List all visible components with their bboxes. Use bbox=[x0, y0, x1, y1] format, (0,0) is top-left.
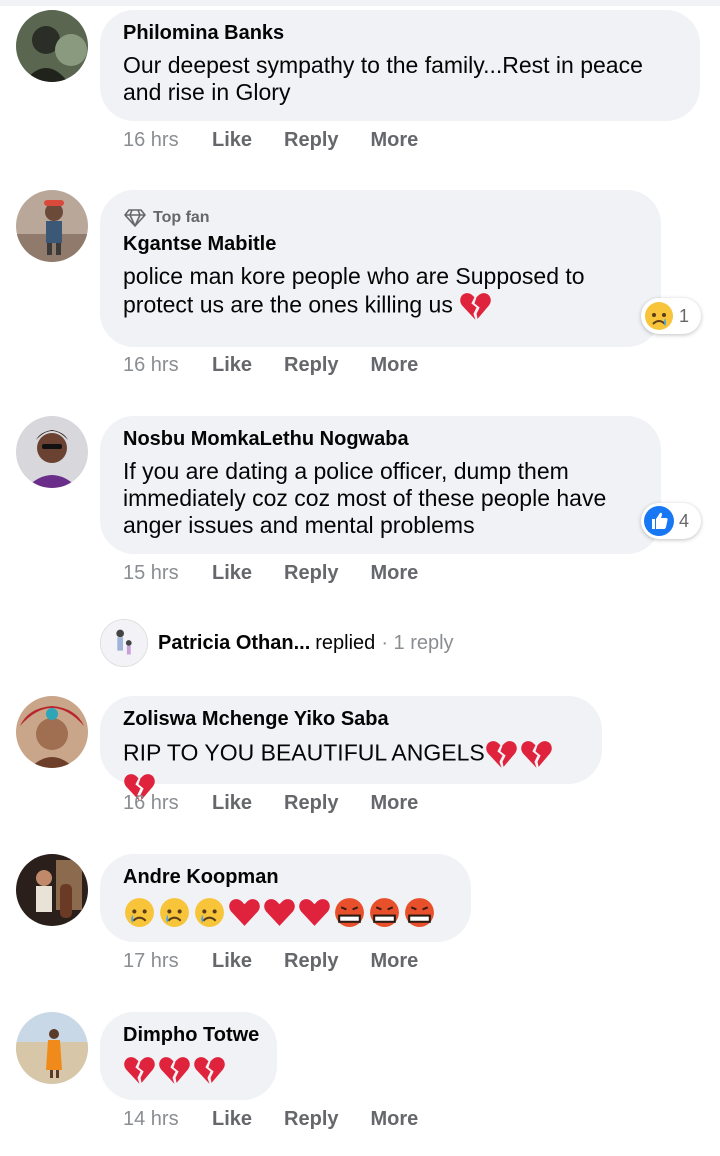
commenter-name[interactable]: Kgantse Mabitle bbox=[123, 233, 637, 255]
like-button[interactable]: Like bbox=[212, 950, 252, 973]
broken-heart-icon bbox=[159, 1057, 190, 1084]
commenter-name[interactable]: Philomina Banks bbox=[123, 22, 676, 44]
top-fan-badge: Top fan bbox=[123, 206, 637, 230]
comment-time[interactable]: 16 hrs bbox=[123, 792, 212, 815]
crying-face-icon bbox=[195, 898, 224, 927]
emoji-row bbox=[123, 1054, 253, 1087]
commenter-name[interactable]: Dimpho Totwe bbox=[123, 1024, 259, 1046]
commenter-name[interactable]: Andre Koopman bbox=[123, 866, 447, 888]
avatar[interactable] bbox=[16, 416, 88, 488]
more-button[interactable]: More bbox=[371, 129, 419, 152]
comment-actions: 16 hrs Like Reply More bbox=[123, 351, 450, 379]
top-fan-label: Top fan bbox=[153, 209, 210, 226]
more-button[interactable]: More bbox=[371, 354, 419, 377]
comment-time[interactable]: 15 hrs bbox=[123, 562, 212, 585]
reaction-count-value: 4 bbox=[679, 510, 690, 531]
avatar[interactable] bbox=[16, 10, 88, 82]
avatar[interactable] bbox=[16, 190, 88, 262]
red-heart-icon bbox=[299, 899, 330, 926]
red-heart-icon bbox=[229, 899, 260, 926]
reply-button[interactable]: Reply bbox=[284, 792, 338, 815]
comment-actions: 17 hrs Like Reply More bbox=[123, 947, 450, 975]
cursing-face-icon bbox=[335, 898, 364, 927]
like-button[interactable]: Like bbox=[212, 354, 252, 377]
comment-bubble: Top fan Kgantse Mabitle police man kore … bbox=[100, 190, 661, 347]
comment-text-content: police man kore people who are Supposed … bbox=[123, 263, 585, 318]
comment-time[interactable]: 14 hrs bbox=[123, 1108, 212, 1131]
reaction-count[interactable]: 1 bbox=[641, 298, 701, 334]
broken-heart-icon bbox=[485, 741, 517, 768]
avatar[interactable] bbox=[16, 1012, 88, 1084]
comment-bubble: Zoliswa Mchenge Yiko Saba RIP TO YOU BEA… bbox=[100, 696, 602, 801]
diamond-icon bbox=[124, 209, 146, 227]
comment-text: Our deepest sympathy to the family...Res… bbox=[123, 52, 643, 105]
comment-actions: 16 hrs Like Reply More bbox=[123, 126, 450, 154]
reply-verb: replied bbox=[315, 631, 376, 654]
crying-face-icon bbox=[125, 898, 154, 927]
more-button[interactable]: More bbox=[371, 562, 419, 585]
more-button[interactable]: More bbox=[371, 792, 419, 815]
comment-text: police man kore people who are Supposed … bbox=[123, 263, 637, 323]
emoji-row bbox=[123, 896, 447, 929]
more-button[interactable]: More bbox=[371, 950, 419, 973]
reply-count[interactable]: · 1 reply bbox=[381, 632, 453, 655]
comment-bubble: Philomina Banks Our deepest sympathy to … bbox=[100, 10, 700, 121]
red-heart-icon bbox=[264, 899, 295, 926]
sad-face-icon bbox=[645, 302, 673, 330]
like-button[interactable]: Like bbox=[212, 562, 252, 585]
avatar[interactable] bbox=[16, 854, 88, 926]
cursing-face-icon bbox=[370, 898, 399, 927]
like-button[interactable]: Like bbox=[212, 792, 252, 815]
broken-heart-icon bbox=[520, 741, 552, 768]
commenter-name[interactable]: Zoliswa Mchenge Yiko Saba bbox=[123, 708, 578, 730]
reply-button[interactable]: Reply bbox=[284, 1108, 338, 1131]
broken-heart-icon bbox=[194, 1057, 225, 1084]
broken-heart-icon bbox=[460, 293, 492, 320]
comment-time[interactable]: 17 hrs bbox=[123, 950, 212, 973]
more-button[interactable]: More bbox=[371, 1108, 419, 1131]
comment-bubble: Nosbu MomkaLethu Nogwaba If you are dati… bbox=[100, 416, 661, 554]
commenter-name[interactable]: Nosbu MomkaLethu Nogwaba bbox=[123, 428, 637, 450]
reply-button[interactable]: Reply bbox=[284, 129, 338, 152]
comment-time[interactable]: 16 hrs bbox=[123, 129, 212, 152]
comment-text: If you are dating a police officer, dump… bbox=[123, 458, 607, 538]
reaction-count[interactable]: 4 bbox=[641, 503, 701, 539]
comment-text-content: RIP TO YOU BEAUTIFUL ANGELS bbox=[123, 739, 485, 766]
like-button[interactable]: Like bbox=[212, 1108, 252, 1131]
reaction-count-value: 1 bbox=[679, 305, 690, 326]
reply-avatar bbox=[100, 619, 148, 667]
reply-thread-link[interactable]: Patricia Othan... replied · 1 reply bbox=[100, 619, 454, 667]
comment-actions: 16 hrs Like Reply More bbox=[123, 789, 450, 817]
cursing-face-icon bbox=[405, 898, 434, 927]
broken-heart-icon bbox=[124, 1057, 155, 1084]
comment-actions: 14 hrs Like Reply More bbox=[123, 1105, 450, 1133]
like-button[interactable]: Like bbox=[212, 129, 252, 152]
reply-button[interactable]: Reply bbox=[284, 562, 338, 585]
comment-actions: 15 hrs Like Reply More bbox=[123, 559, 450, 587]
reply-button[interactable]: Reply bbox=[284, 354, 338, 377]
crying-face-icon bbox=[160, 898, 189, 927]
comment-bubble: Andre Koopman bbox=[100, 854, 471, 942]
top-divider bbox=[0, 0, 720, 6]
comment-bubble: Dimpho Totwe bbox=[100, 1012, 277, 1100]
like-icon bbox=[644, 506, 674, 536]
reply-author[interactable]: Patricia Othan... bbox=[158, 632, 310, 655]
comment-time[interactable]: 16 hrs bbox=[123, 354, 212, 377]
avatar[interactable] bbox=[16, 696, 88, 768]
reply-button[interactable]: Reply bbox=[284, 950, 338, 973]
